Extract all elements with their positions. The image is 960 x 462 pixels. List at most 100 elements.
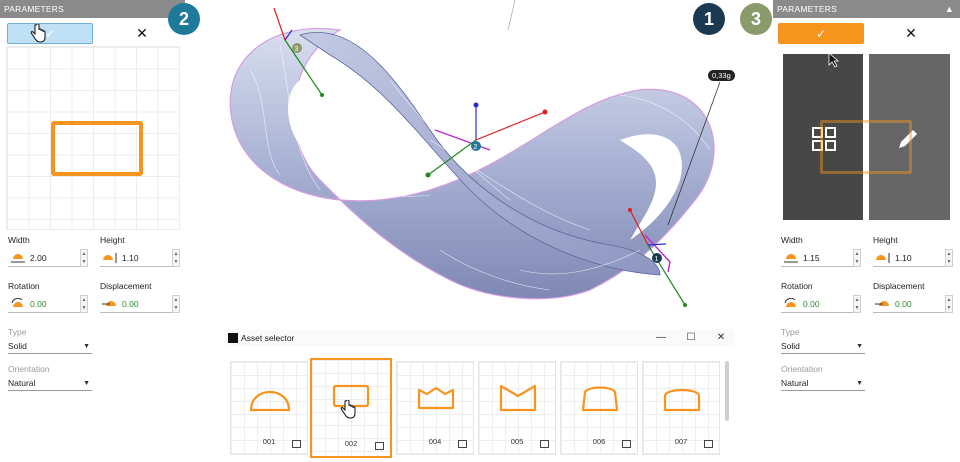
chevron-down-icon: ▼ <box>856 380 863 387</box>
type-value: Solid <box>8 341 27 351</box>
rotation-stepper[interactable]: ▲ ▼ <box>80 295 88 313</box>
rotation-value: 0.00 <box>30 299 47 309</box>
asset-selector-title: Asset selector <box>241 333 295 343</box>
rotation-label: Rotation <box>781 281 813 291</box>
width-input[interactable]: 1.15 ▲ ▼ <box>781 249 861 267</box>
height-input[interactable]: 1.10 ▲ ▼ <box>100 249 180 267</box>
displacement-value: 0.00 <box>895 299 912 309</box>
chevron-down-icon: ▼ <box>83 343 90 350</box>
displacement-stepper[interactable]: ▲ ▼ <box>945 295 953 313</box>
asset-selector-titlebar: Asset selector — ☐ ✕ <box>225 329 735 347</box>
rotation-input[interactable]: 0.00 ▲ ▼ <box>781 295 861 313</box>
height-icon <box>103 253 117 263</box>
reference-line <box>507 0 516 31</box>
marker-2-label: 2 <box>474 144 478 151</box>
width-label: Width <box>8 235 30 245</box>
action-row: ✓ ✕ <box>0 18 185 48</box>
orientation-select[interactable]: Natural ▼ <box>8 377 92 391</box>
width-input[interactable]: 2.00 ▲ ▼ <box>8 249 88 267</box>
width-stepper[interactable]: ▲ ▼ <box>80 249 88 267</box>
document-icon[interactable] <box>540 440 549 448</box>
marker-3-label: 3 <box>295 46 299 53</box>
asset-tile[interactable]: 001 <box>230 361 308 455</box>
parameters-panel-right: PARAMETERS ▲ ✓ ✕ Width 1.15 ▲ ▼ Height 1… <box>773 0 960 462</box>
orientation-select[interactable]: Natural ▼ <box>781 377 865 391</box>
displacement-value: 0.00 <box>122 299 139 309</box>
book-shape-icon <box>499 384 537 412</box>
height-value: 1.10 <box>122 253 139 263</box>
confirm-button[interactable]: ✓ <box>778 23 864 44</box>
displacement-input[interactable]: 0.00 ▲ ▼ <box>873 295 953 313</box>
marker-1-label: 1 <box>655 256 659 263</box>
asset-tile[interactable]: 007 <box>642 361 720 455</box>
arrow-cursor-icon <box>828 52 840 68</box>
width-stepper[interactable]: ▲ ▼ <box>853 249 861 267</box>
displacement-field: Displacement 0.00 ▲ ▼ <box>100 281 180 313</box>
cancel-button[interactable]: ✕ <box>891 23 931 44</box>
type-select[interactable]: Solid ▼ <box>8 340 92 354</box>
height-stepper[interactable]: ▲ ▼ <box>945 249 953 267</box>
panel-header-title: PARAMETERS <box>777 4 837 14</box>
collapse-icon[interactable]: ▲ <box>945 0 954 18</box>
type-label: Type <box>8 327 27 337</box>
scrollbar[interactable] <box>725 361 729 421</box>
3d-viewport[interactable]: 2 3 1 <box>190 0 770 320</box>
rotation-stepper[interactable]: ▲ ▼ <box>853 295 861 313</box>
height-field: Height 1.10 ▲ ▼ <box>100 235 180 267</box>
app-logo-icon <box>228 333 238 343</box>
rotation-icon <box>11 298 23 307</box>
chevron-down-icon: ▼ <box>856 343 863 350</box>
height-input[interactable]: 1.10 ▲ ▼ <box>873 249 953 267</box>
panel-header: PARAMETERS ▲ <box>773 0 960 18</box>
close-button[interactable]: ✕ <box>713 329 729 347</box>
type-select[interactable]: Solid ▼ <box>781 340 865 354</box>
document-icon[interactable] <box>292 440 301 448</box>
rotation-icon <box>784 298 796 307</box>
profile-shape <box>820 120 912 174</box>
shape-preview <box>6 46 180 230</box>
orientation-value: Natural <box>8 378 36 388</box>
type-select-block: Type Solid ▼ <box>781 327 865 354</box>
displacement-icon <box>875 301 889 306</box>
rotation-input[interactable]: 0.00 ▲ ▼ <box>8 295 88 313</box>
orientation-label: Orientation <box>8 364 50 374</box>
displacement-input[interactable]: 0.00 ▲ ▼ <box>100 295 180 313</box>
arch-shape-icon <box>581 386 619 412</box>
minimize-button[interactable]: — <box>653 329 669 347</box>
width-icon <box>11 254 25 263</box>
half-circle-shape-icon <box>249 390 291 412</box>
type-value: Solid <box>781 341 800 351</box>
displacement-label: Displacement <box>873 281 925 291</box>
width-label: Width <box>781 235 803 245</box>
profile-shape <box>51 121 143 176</box>
hand-cursor-icon <box>30 24 46 43</box>
type-select-block: Type Solid ▼ <box>8 327 92 354</box>
asset-grid: 001 002 004 005 006 007 <box>230 358 725 459</box>
displacement-label: Displacement <box>100 281 152 291</box>
dimension-tag: 0,33g <box>708 70 735 81</box>
maximize-button[interactable]: ☐ <box>683 329 699 347</box>
type-label: Type <box>781 327 800 337</box>
asset-selector-window: Asset selector — ☐ ✕ 001 002 004 005 006… <box>225 329 735 462</box>
height-stepper[interactable]: ▲ ▼ <box>172 249 180 267</box>
asset-tile[interactable]: 004 <box>396 361 474 455</box>
action-row: ✓ ✕ <box>773 18 960 48</box>
displacement-stepper[interactable]: ▲ ▼ <box>172 295 180 313</box>
section-profile <box>434 129 491 151</box>
rounded-top-shape-icon <box>663 388 701 412</box>
rotation-field: Rotation 0.00 ▲ ▼ <box>8 281 88 313</box>
asset-tile-selected[interactable]: 002 <box>310 358 392 458</box>
width-value: 1.15 <box>803 253 820 263</box>
document-icon[interactable] <box>622 440 631 448</box>
document-icon[interactable] <box>704 440 713 448</box>
step-badge-2: 2 <box>168 3 200 35</box>
document-icon[interactable] <box>458 440 467 448</box>
asset-tile[interactable]: 005 <box>478 361 556 455</box>
crown-shape-icon <box>417 386 455 410</box>
cancel-button[interactable]: ✕ <box>122 23 162 44</box>
asset-tile[interactable]: 006 <box>560 361 638 455</box>
confirm-button[interactable]: ✓ <box>7 23 93 44</box>
document-icon[interactable] <box>375 442 384 450</box>
displacement-icon <box>102 301 116 306</box>
width-value: 2.00 <box>30 253 47 263</box>
